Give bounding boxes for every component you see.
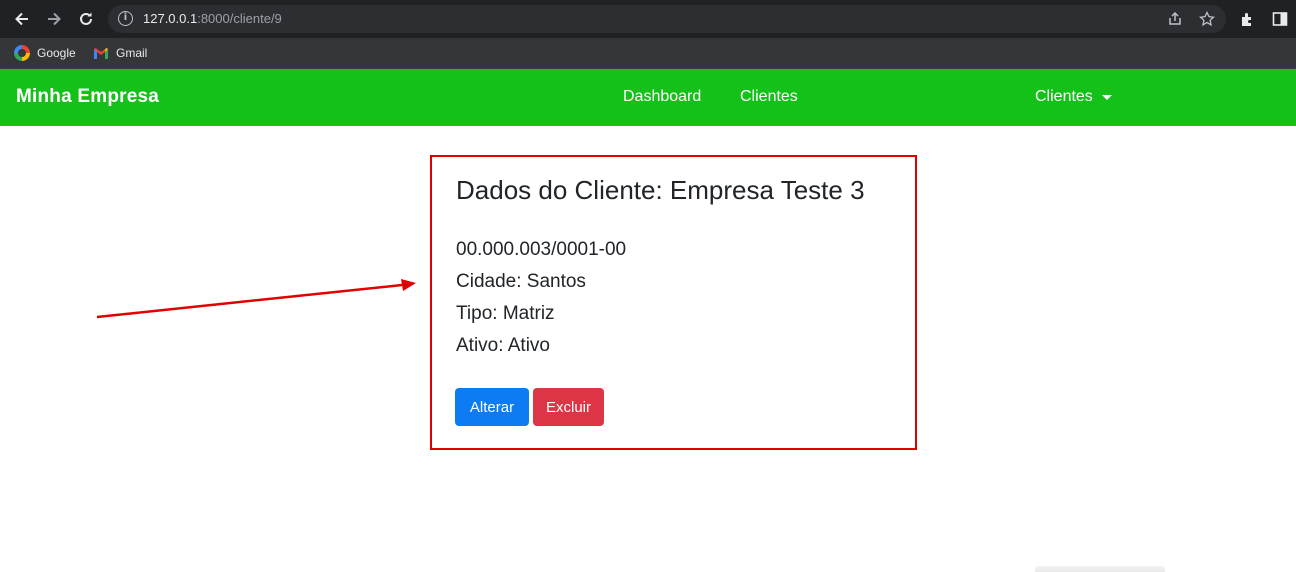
bottom-shadow	[1035, 566, 1165, 572]
annotation-arrow-icon	[96, 279, 416, 319]
